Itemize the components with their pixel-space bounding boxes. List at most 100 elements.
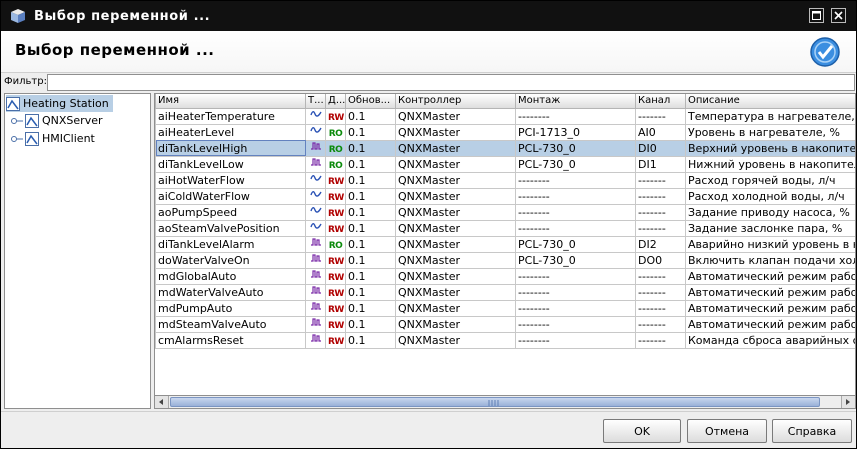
table-row[interactable]: aiHeaterTemperature RW 0.1 QNXMaster -------… [155,107,855,125]
globe-check-icon [810,37,840,67]
cell-name: aiHeaterLevel [155,123,306,141]
tree-node-hmiclient[interactable]: HMIClient [25,130,95,147]
cell-update: 0.1 [345,219,396,237]
column-header-access[interactable]: Д... [325,94,346,109]
tree-node-label: QNXServer [42,114,103,127]
table-row[interactable]: doWaterValveOn RW 0.1 QNXMaster PCL-730_0 DO0… [155,251,855,269]
cell-type [305,283,326,301]
cell-controller: QNXMaster [395,187,516,205]
expand-icon[interactable] [11,116,23,126]
table-row[interactable]: mdGlobalAuto RW 0.1 QNXMaster -------- ------… [155,267,855,285]
cell-name: mdSteamValveAuto [155,315,306,333]
cell-controller: QNXMaster [395,299,516,317]
cancel-button[interactable]: Отмена [687,419,767,443]
close-button[interactable] [831,8,846,23]
filter-row: Фильтр: [1,74,856,91]
cell-access: RW [325,171,346,189]
cell-type [305,203,326,221]
column-header-name[interactable]: Имя [155,94,306,109]
access-badge: RW [328,304,344,315]
cell-name: diTankLevelLow [155,155,306,173]
table-row[interactable]: diTankLevelAlarm RO 0.1 QNXMaster PCL-730_0 D… [155,235,855,253]
title-bar[interactable]: Выбор переменной ... [1,1,856,31]
table-row[interactable]: aiHeaterLevel RO 0.1 QNXMaster PCI-1713_0 AI0… [155,123,855,141]
column-header-controller[interactable]: Контроллер [395,94,516,109]
cell-access: RO [325,155,346,173]
table-row[interactable]: mdPumpAuto RW 0.1 QNXMaster -------- ------- А… [155,299,855,317]
cell-access: RO [325,139,346,157]
cell-description: Автоматический режим работ [685,283,855,301]
cell-mount: -------- [515,171,636,189]
column-header-update[interactable]: Обнов... [345,94,396,109]
cell-name: aiColdWaterFlow [155,187,306,205]
scrollbar-thumb[interactable] [170,397,820,407]
access-badge: RW [328,192,344,203]
analog-signal-icon [309,111,322,117]
scroll-left-button[interactable] [155,396,169,408]
cell-channel: DI1 [635,155,686,173]
cell-controller: QNXMaster [395,219,516,237]
cell-name: mdWaterValveAuto [155,283,306,301]
table-row[interactable]: mdWaterValveAuto RW 0.1 QNXMaster -------- --… [155,283,855,301]
cell-mount: PCL-730_0 [515,235,636,253]
discrete-signal-icon [310,334,321,342]
cell-update: 0.1 [345,139,396,157]
scroll-right-button[interactable] [841,396,855,408]
cell-channel: ------- [635,299,686,317]
cell-controller: QNXMaster [395,331,516,349]
cell-description: Команда сброса аварийных с [685,331,855,349]
column-header-channel[interactable]: Канал [635,94,686,109]
access-badge: RW [328,336,344,347]
cell-channel: DI0 [635,139,686,157]
cell-update: 0.1 [345,155,396,173]
access-badge: RO [328,160,343,171]
cell-update: 0.1 [345,267,396,285]
arrow-left-icon [159,399,163,405]
cube-icon [11,9,25,23]
table-row[interactable]: aiHotWaterFlow RW 0.1 QNXMaster -------- ----… [155,171,855,189]
table-row[interactable]: mdSteamValveAuto RW 0.1 QNXMaster -------- --… [155,315,855,333]
table-row[interactable]: aoPumpSpeed RW 0.1 QNXMaster -------- -------… [155,203,855,221]
cell-channel: ------- [635,187,686,205]
table-row[interactable]: diTankLevelHigh RO 0.1 QNXMaster PCL-730_0 DI… [155,139,855,157]
variables-table: Имя Т... Д... Обнов... Контроллер Монтаж… [155,94,855,349]
cell-update: 0.1 [345,283,396,301]
cell-controller: QNXMaster [395,123,516,141]
table-row[interactable]: diTankLevelLow RO 0.1 QNXMaster PCL-730_0 DI1… [155,155,855,173]
cell-type [305,331,326,349]
cell-name: aoPumpSpeed [155,203,306,221]
table-row[interactable]: cmAlarmsReset RW 0.1 QNXMaster -------- -----… [155,331,855,349]
table-row[interactable]: aiColdWaterFlow RW 0.1 QNXMaster -------- ---… [155,187,855,205]
variable-tree[interactable]: Heating Station QNXServer HMIClient [4,93,151,409]
tree-node-heating-station[interactable]: Heating Station [6,95,113,112]
expand-icon[interactable] [11,134,23,144]
tree-node-qnxserver[interactable]: QNXServer [25,112,103,129]
cell-controller: QNXMaster [395,283,516,301]
cell-description: Включить клапан подачи холо [685,251,855,269]
filter-input[interactable] [47,74,855,91]
cell-update: 0.1 [345,187,396,205]
cell-name: diTankLevelHigh [155,139,306,157]
access-badge: RO [328,128,343,139]
column-header-type[interactable]: Т... [305,94,326,109]
table-row[interactable]: aoSteamValvePosition RW 0.1 QNXMaster ------… [155,219,855,237]
arrow-right-icon [846,399,850,405]
column-header-description[interactable]: Описание [685,94,855,109]
maximize-button[interactable] [809,8,824,23]
cell-channel: DI2 [635,235,686,253]
cell-update: 0.1 [345,171,396,189]
ok-button[interactable]: OK [603,419,681,443]
cell-mount: PCL-730_0 [515,139,636,157]
window-title: Выбор переменной ... [34,8,211,24]
cell-type [305,123,326,141]
cell-access: RW [325,267,346,285]
horizontal-scrollbar[interactable] [154,395,856,409]
discrete-signal-icon [310,238,321,246]
column-header-mount[interactable]: Монтаж [515,94,636,109]
cell-mount: -------- [515,203,636,221]
help-button[interactable]: Справка [772,419,852,443]
cell-name: aoSteamValvePosition [155,219,306,237]
grip-icon [488,400,499,406]
cell-type [305,139,326,157]
cell-controller: QNXMaster [395,315,516,333]
